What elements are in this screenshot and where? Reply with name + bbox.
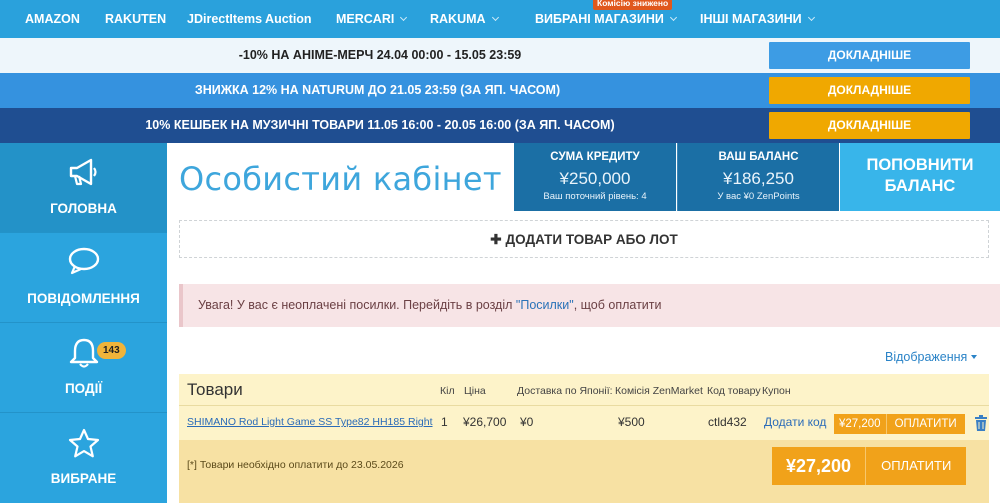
nav-rakuten[interactable]: RAKUTEN	[105, 0, 166, 38]
star-icon	[0, 427, 167, 463]
alert-text: Увага! У вас є неоплачені посилки. Перей…	[198, 298, 516, 312]
sidebar-item-messages[interactable]: ПОВІДОМЛЕННЯ	[0, 233, 167, 323]
nav-amazon[interactable]: AMAZON	[25, 0, 80, 38]
payment-deadline-note: [*] Товари необхідно оплатити до 23.05.2…	[187, 459, 404, 471]
chevron-down-icon	[400, 13, 408, 22]
sidebar-item-label: ВИБРАНЕ	[50, 471, 117, 486]
item-pay-button[interactable]: ¥27,200 ОПЛАТИТИ	[834, 414, 965, 434]
items-table-footer: [*] Товари необхідно оплатити до 23.05.2…	[179, 440, 989, 503]
chat-bubble-icon	[0, 247, 167, 283]
items-title: Товари	[187, 380, 243, 399]
sidebar-item-events[interactable]: ПОДІЇ	[0, 323, 167, 413]
balance-value: ¥186,250	[723, 169, 794, 188]
unpaid-parcels-alert: Увага! У вас є неоплачені посилки. Перей…	[179, 284, 1000, 327]
chevron-down-icon	[807, 13, 815, 22]
zenpoints-info: У вас ¥0 ZenPoints	[717, 191, 800, 202]
nav-jdirectitems[interactable]: JDirectItems Auction	[187, 0, 312, 38]
item-qty: 1	[441, 415, 448, 429]
item-price: ¥26,700	[463, 415, 507, 429]
table-row: SHIMANO Rod Light Game SS Type82 HH185 R…	[179, 407, 989, 439]
credit-level: Ваш поточний рівень: 4	[543, 191, 647, 202]
pay-all-label: ОПЛАТИТИ	[866, 447, 967, 485]
nav-mercari[interactable]: MERCARI	[336, 0, 408, 38]
view-mode-dropdown[interactable]: Відображення	[885, 350, 978, 364]
add-coupon-link[interactable]: Додати код	[764, 415, 826, 429]
item-code: ctld432	[708, 415, 747, 429]
add-item-button[interactable]: ✚ ДОДАТИ ТОВАР АБО ЛОТ	[179, 220, 989, 258]
promo-banner-music: 10% КЕШБЕК НА МУЗИЧНІ ТОВАРИ 11.05 16:00…	[0, 108, 1000, 143]
caret-down-icon	[971, 355, 978, 359]
column-price: Ціна	[464, 385, 486, 397]
top-up-label-line1: ПОПОВНИТИ	[866, 156, 974, 174]
pay-all-button[interactable]: ¥27,200 ОПЛАТИТИ	[772, 447, 967, 485]
nav-mercari-label: MERCARI	[336, 12, 395, 26]
promo-details-button[interactable]: ДОКЛАДНІШЕ	[769, 77, 970, 104]
item-shipping: ¥0	[520, 415, 534, 429]
sidebar-item-label: ГОЛОВНА	[50, 201, 117, 216]
column-qty: Кіл	[440, 385, 455, 397]
promo-banner-anime: -10% НА АНІМЕ-МЕРЧ 24.04 00:00 - 15.05 2…	[0, 38, 1000, 73]
nav-selected-stores-label: ВИБРАНІ МАГАЗИНИ	[535, 12, 664, 26]
credit-summary: СУМА КРЕДИТУ ¥250,000 Ваш поточний рівен…	[514, 143, 676, 211]
nav-other-stores[interactable]: ІНШІ МАГАЗИНИ	[700, 0, 815, 38]
sidebar: ГОЛОВНА ПОВІДОМЛЕННЯ ПОДІЇ ВИБРАНЕ	[0, 143, 167, 503]
nav-rakuten-label: RAKUTEN	[105, 12, 167, 26]
events-count-badge: 143	[97, 342, 126, 359]
credit-label: СУМА КРЕДИТУ	[550, 151, 640, 163]
trash-icon[interactable]	[974, 415, 988, 431]
column-item-code: Код товару	[707, 385, 761, 397]
promo-text: 10% КЕШБЕК НА МУЗИЧНІ ТОВАРИ 11.05 16:00…	[145, 118, 615, 132]
sidebar-item-label: ПОДІЇ	[64, 381, 103, 396]
balance-label: ВАШ БАЛАНС	[718, 151, 799, 163]
items-table: Товари Кіл Ціна Доставка по Японії: Комі…	[179, 374, 989, 503]
top-up-balance-button[interactable]: ПОПОВНИТИ БАЛАНС	[840, 143, 1000, 211]
top-up-label-line2: БАЛАНС	[884, 177, 956, 195]
balance-summary: ВАШ БАЛАНС ¥186,250 У вас ¥0 ZenPoints	[677, 143, 839, 211]
top-nav: AMAZON RAKUTEN JDirectItems Auction MERC…	[0, 0, 1000, 38]
item-pay-label: ОПЛАТИТИ	[886, 414, 965, 434]
parcels-link[interactable]: "Посилки"	[516, 298, 574, 312]
promo-banner-naturum: ЗНИЖКА 12% НА NATURUM ДО 21.05 23:59 (ЗА…	[0, 73, 1000, 108]
sidebar-item-home[interactable]: ГОЛОВНА	[0, 143, 167, 233]
promo-details-button[interactable]: ДОКЛАДНІШЕ	[769, 42, 970, 69]
credit-value: ¥250,000	[559, 169, 631, 188]
chevron-down-icon	[491, 13, 499, 22]
item-commission: ¥500	[618, 415, 645, 429]
megaphone-icon	[0, 157, 167, 193]
alert-text-suffix: , щоб оплатити	[573, 298, 662, 312]
nav-jdirectitems-label: JDirectItems Auction	[187, 12, 312, 26]
nav-amazon-label: AMAZON	[25, 12, 80, 26]
sidebar-item-favorites[interactable]: ВИБРАНЕ	[0, 413, 167, 503]
commission-reduced-badge: Комісію знижено	[593, 0, 673, 10]
page-title: Особистий кабінет	[179, 160, 502, 198]
grand-total: ¥27,200	[772, 447, 867, 485]
plus-icon: ✚	[490, 232, 502, 247]
chevron-down-icon	[669, 13, 677, 22]
add-item-label: ДОДАТИ ТОВАР АБО ЛОТ	[505, 232, 678, 247]
items-table-header: Товари Кіл Ціна Доставка по Японії: Комі…	[179, 374, 989, 406]
column-commission: Комісія ZenMarket	[615, 385, 703, 397]
sidebar-item-label: ПОВІДОМЛЕННЯ	[27, 291, 140, 306]
nav-other-stores-label: ІНШІ МАГАЗИНИ	[700, 12, 802, 26]
bell-icon	[0, 337, 167, 373]
column-shipping: Доставка по Японії:	[517, 385, 613, 397]
promo-text: -10% НА АНІМЕ-МЕРЧ 24.04 00:00 - 15.05 2…	[238, 48, 522, 62]
promo-text: ЗНИЖКА 12% НА NATURUM ДО 21.05 23:59 (ЗА…	[194, 83, 561, 97]
product-link[interactable]: SHIMANO Rod Light Game SS Type82 HH185 R…	[187, 416, 433, 428]
promo-details-button[interactable]: ДОКЛАДНІШЕ	[769, 112, 970, 139]
column-coupon: Купон	[762, 385, 791, 397]
item-total: ¥27,200	[834, 414, 887, 434]
nav-rakuma-label: RAKUMA	[430, 12, 486, 26]
nav-rakuma[interactable]: RAKUMA	[430, 0, 499, 38]
view-mode-label: Відображення	[885, 350, 968, 364]
